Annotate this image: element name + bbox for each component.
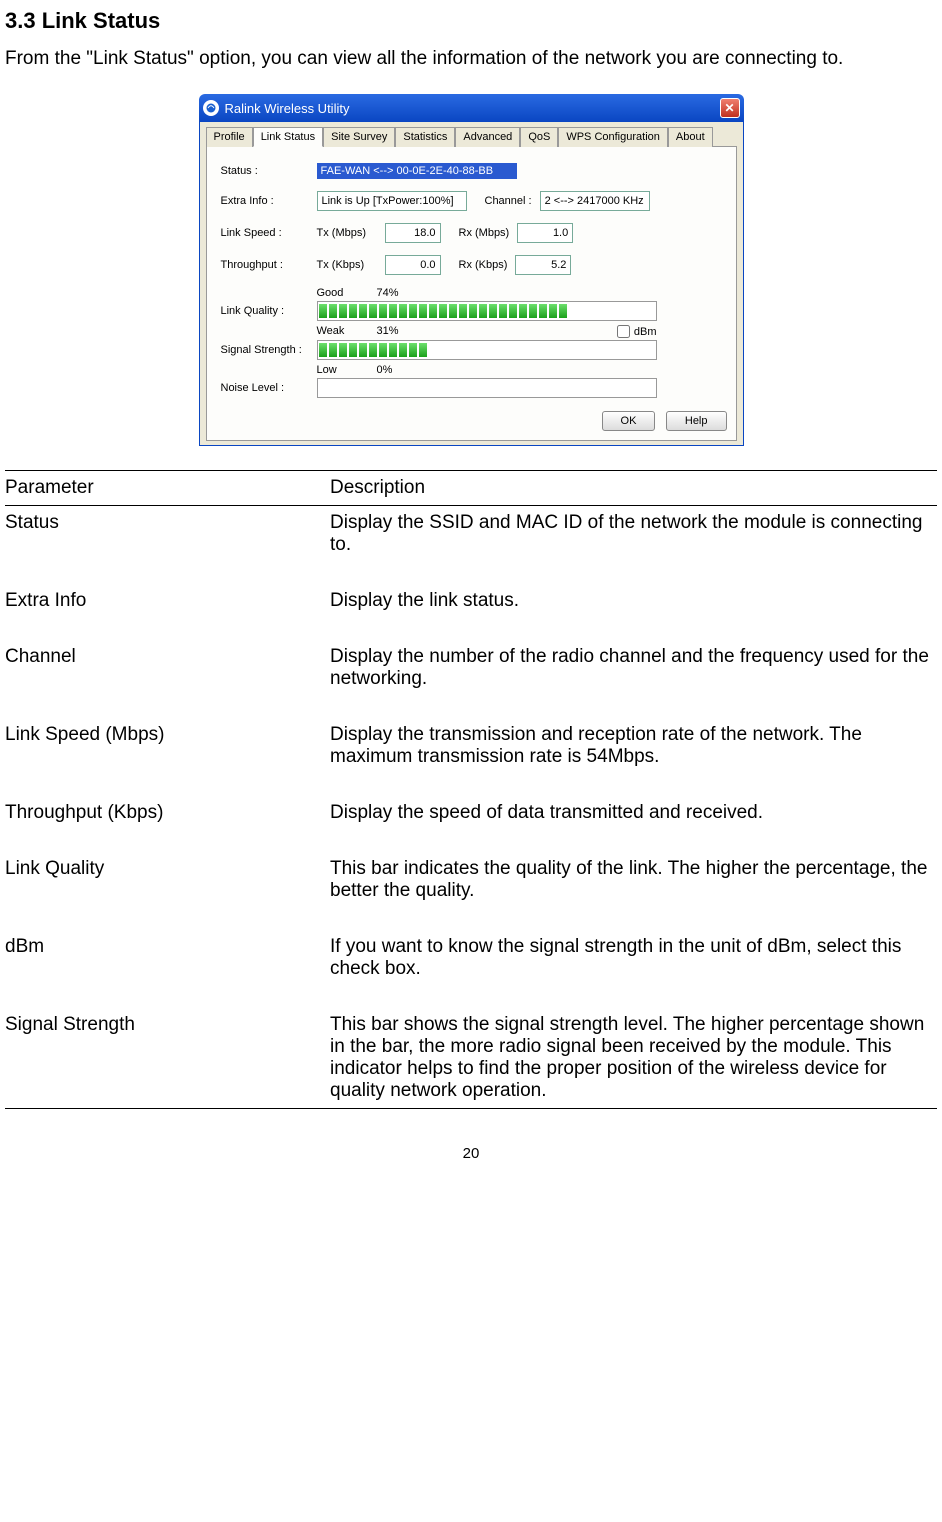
tab-qos[interactable]: QoS bbox=[520, 127, 558, 147]
param-name: Channel bbox=[5, 640, 330, 718]
param-desc: This bar indicates the quality of the li… bbox=[330, 852, 937, 930]
extra-info-label: Extra Info : bbox=[221, 195, 317, 207]
table-row: Signal StrengthThis bar shows the signal… bbox=[5, 1008, 937, 1109]
table-row: Throughput (Kbps)Display the speed of da… bbox=[5, 796, 937, 852]
param-name: Signal Strength bbox=[5, 1008, 330, 1109]
tab-link-status[interactable]: Link Status bbox=[253, 127, 323, 147]
tab-statistics[interactable]: Statistics bbox=[395, 127, 455, 147]
param-desc: Display the speed of data transmitted an… bbox=[330, 796, 937, 852]
tab-advanced[interactable]: Advanced bbox=[455, 127, 520, 147]
intro-text: From the "Link Status" option, you can v… bbox=[5, 48, 937, 70]
table-row: dBmIf you want to know the signal streng… bbox=[5, 930, 937, 1008]
dbm-checkbox-input[interactable] bbox=[617, 325, 630, 338]
noise-level-percent: 0% bbox=[377, 364, 393, 376]
param-name: Link Speed (Mbps) bbox=[5, 718, 330, 796]
table-row: Link Speed (Mbps)Display the transmissio… bbox=[5, 718, 937, 796]
tab-about[interactable]: About bbox=[668, 127, 713, 147]
parameter-table: Parameter Description StatusDisplay the … bbox=[5, 470, 937, 1109]
good-label: Good bbox=[317, 287, 377, 299]
param-desc: Display the link status. bbox=[330, 584, 937, 640]
screenshot-container: Ralink Wireless Utility ✕ ProfileLink St… bbox=[5, 94, 937, 446]
link-quality-percent: 74% bbox=[377, 287, 399, 299]
param-desc: Display the transmission and reception r… bbox=[330, 718, 937, 796]
link-quality-row: Link Quality : bbox=[221, 301, 722, 321]
link-speed-row: Link Speed : Tx (Mbps) Rx (Mbps) bbox=[221, 223, 722, 243]
tab-wps-configuration[interactable]: WPS Configuration bbox=[558, 127, 668, 147]
param-desc: This bar shows the signal strength level… bbox=[330, 1008, 937, 1109]
tx-kbps-value bbox=[385, 255, 441, 275]
page-number: 20 bbox=[5, 1145, 937, 1162]
tx-mbps-value bbox=[385, 223, 441, 243]
tx-mbps-label: Tx (Mbps) bbox=[317, 227, 377, 239]
signal-strength-header: Weak 31% dBm bbox=[317, 325, 657, 338]
button-row: OK Help bbox=[206, 411, 737, 439]
signal-strength-label: Signal Strength : bbox=[221, 344, 317, 356]
table-row: Link QualityThis bar indicates the quali… bbox=[5, 852, 937, 930]
titlebar: Ralink Wireless Utility ✕ bbox=[199, 94, 744, 122]
signal-strength-row: Signal Strength : bbox=[221, 340, 722, 360]
app-window: Ralink Wireless Utility ✕ ProfileLink St… bbox=[199, 94, 744, 446]
dbm-checkbox[interactable]: dBm bbox=[617, 325, 657, 338]
help-button[interactable]: Help bbox=[666, 411, 727, 431]
close-icon[interactable]: ✕ bbox=[720, 98, 740, 118]
signal-strength-bar bbox=[317, 340, 657, 360]
link-quality-label: Link Quality : bbox=[221, 305, 317, 317]
noise-level-header: Low 0% bbox=[317, 364, 657, 376]
weak-label: Weak bbox=[317, 325, 377, 338]
dbm-label: dBm bbox=[634, 326, 657, 338]
param-name: dBm bbox=[5, 930, 330, 1008]
throughput-row: Throughput : Tx (Kbps) Rx (Kbps) bbox=[221, 255, 722, 275]
noise-level-label: Noise Level : bbox=[221, 382, 317, 394]
window-title: Ralink Wireless Utility bbox=[225, 101, 720, 116]
status-label: Status : bbox=[221, 165, 317, 177]
rx-kbps-label: Rx (Kbps) bbox=[459, 259, 508, 271]
channel-label: Channel : bbox=[485, 195, 532, 207]
status-value: FAE-WAN <--> 00-0E-2E-40-88-BB bbox=[317, 163, 517, 179]
ok-button[interactable]: OK bbox=[602, 411, 656, 431]
table-row: Extra InfoDisplay the link status. bbox=[5, 584, 937, 640]
table-header-description: Description bbox=[330, 471, 937, 506]
table-row: StatusDisplay the SSID and MAC ID of the… bbox=[5, 506, 937, 585]
table-header-parameter: Parameter bbox=[5, 471, 330, 506]
window-body: ProfileLink StatusSite SurveyStatisticsA… bbox=[199, 122, 744, 446]
tx-kbps-label: Tx (Kbps) bbox=[317, 259, 377, 271]
section-heading: 3.3 Link Status bbox=[5, 8, 937, 34]
param-desc: Display the SSID and MAC ID of the netwo… bbox=[330, 506, 937, 585]
rx-kbps-value bbox=[515, 255, 571, 275]
param-name: Status bbox=[5, 506, 330, 585]
tab-site-survey[interactable]: Site Survey bbox=[323, 127, 395, 147]
status-row: Status : FAE-WAN <--> 00-0E-2E-40-88-BB bbox=[221, 163, 722, 179]
table-row: ChannelDisplay the number of the radio c… bbox=[5, 640, 937, 718]
link-quality-bar bbox=[317, 301, 657, 321]
param-desc: If you want to know the signal strength … bbox=[330, 930, 937, 1008]
noise-level-bar bbox=[317, 378, 657, 398]
tab-bar: ProfileLink StatusSite SurveyStatisticsA… bbox=[206, 126, 737, 147]
channel-value bbox=[540, 191, 650, 211]
param-name: Extra Info bbox=[5, 584, 330, 640]
tab-profile[interactable]: Profile bbox=[206, 127, 253, 147]
param-desc: Display the number of the radio channel … bbox=[330, 640, 937, 718]
link-quality-header: Good 74% bbox=[317, 287, 657, 299]
link-speed-label: Link Speed : bbox=[221, 227, 317, 239]
throughput-label: Throughput : bbox=[221, 259, 317, 271]
extra-info-row: Extra Info : Channel : bbox=[221, 191, 722, 211]
noise-level-row: Noise Level : bbox=[221, 378, 722, 398]
param-name: Throughput (Kbps) bbox=[5, 796, 330, 852]
app-icon bbox=[203, 100, 219, 116]
low-label: Low bbox=[317, 364, 377, 376]
rx-mbps-value bbox=[517, 223, 573, 243]
signal-strength-percent: 31% bbox=[377, 325, 399, 338]
param-name: Link Quality bbox=[5, 852, 330, 930]
extra-info-value bbox=[317, 191, 467, 211]
rx-mbps-label: Rx (Mbps) bbox=[459, 227, 510, 239]
tab-panel: Status : FAE-WAN <--> 00-0E-2E-40-88-BB … bbox=[206, 147, 737, 441]
